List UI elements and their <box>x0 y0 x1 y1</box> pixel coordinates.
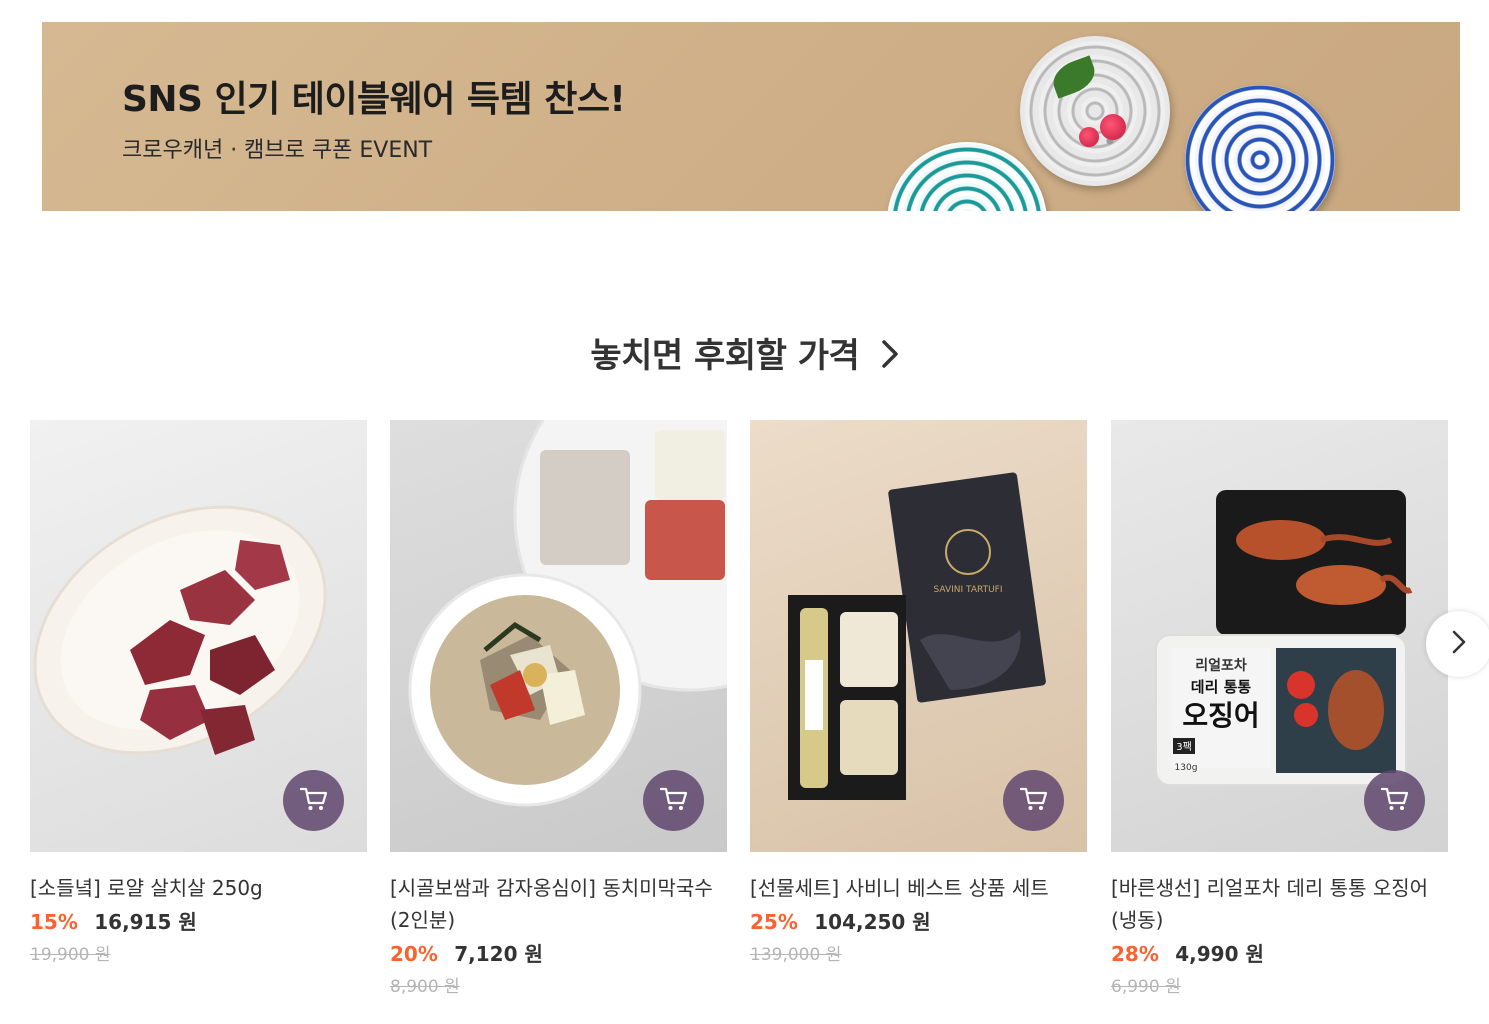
cart-icon <box>299 784 329 818</box>
add-to-cart-button[interactable] <box>643 770 704 831</box>
discount-rate: 15% <box>30 910 78 934</box>
price-row: 28% 4,990 원 <box>1111 940 1448 968</box>
chevron-right-icon <box>881 338 899 378</box>
product-image[interactable]: SAVINI TARTUFI <box>750 420 1087 852</box>
product-name[interactable]: [시골보쌈과 감자옹심이] 동치미막국수 (2인분) <box>390 872 727 936</box>
teal-plate-image <box>887 142 1047 211</box>
product-name[interactable]: [바른생선] 리얼포차 데리 통통 오징어 (냉동) <box>1111 872 1448 936</box>
product-image[interactable] <box>390 420 727 852</box>
sale-price: 104,250 원 <box>814 910 931 934</box>
section-title: 놓치면 후회할 가격 <box>590 336 860 376</box>
cart-icon <box>1019 784 1049 818</box>
radish-image <box>1100 114 1126 140</box>
chevron-right-icon <box>1451 629 1467 659</box>
discount-rate: 25% <box>750 910 798 934</box>
original-price: 139,000 원 <box>750 945 842 965</box>
cart-icon <box>659 784 689 818</box>
squid-pack-weight: 130g <box>1175 763 1198 773</box>
original-price: 19,900 원 <box>30 945 111 965</box>
product-card[interactable]: SAVINI TARTUFI [선물세트] 사비니 베스트 상품 세트 25% … <box>750 420 1087 965</box>
product-card[interactable]: [시골보쌈과 감자옹심이] 동치미막국수 (2인분) 20% 7,120 원 8… <box>390 420 727 997</box>
section-title-link[interactable]: 놓치면 후회할 가격 <box>0 328 1489 378</box>
add-to-cart-button[interactable] <box>1364 770 1425 831</box>
price-row: 25% 104,250 원 <box>750 908 1087 936</box>
banner-title: SNS 인기 테이블웨어 득템 찬스! <box>122 79 626 120</box>
product-card[interactable]: [소들녘] 로얄 살치살 250g 15% 16,915 원 19,900 원 <box>30 420 367 965</box>
product-name[interactable]: [선물세트] 사비니 베스트 상품 세트 <box>750 872 1087 904</box>
blue-plate-image <box>1185 85 1335 211</box>
product-card[interactable]: 리얼포차 데리 통통 오징어 3팩 130g [바른생선] 리얼포차 데리 통통… <box>1111 420 1448 997</box>
price-row: 20% 7,120 원 <box>390 940 727 968</box>
original-price: 6,990 원 <box>1111 977 1181 997</box>
carousel-next-button[interactable] <box>1426 611 1489 677</box>
cart-icon <box>1380 784 1410 818</box>
squid-pack-subtitle: 데리 통통 <box>1191 678 1252 696</box>
original-price: 8,900 원 <box>390 977 460 997</box>
squid-pack-brand: 리얼포차 <box>1195 658 1247 674</box>
add-to-cart-button[interactable] <box>1003 770 1064 831</box>
product-image[interactable] <box>30 420 367 852</box>
discount-rate: 20% <box>390 942 438 966</box>
promo-banner[interactable]: SNS 인기 테이블웨어 득템 찬스! 크로우캐년 · 캠브로 쿠폰 EVENT <box>42 22 1460 211</box>
sale-price: 16,915 원 <box>94 910 197 934</box>
add-to-cart-button[interactable] <box>283 770 344 831</box>
squid-pack-title: 오징어 <box>1182 699 1259 732</box>
price-row: 15% 16,915 원 <box>30 908 367 936</box>
banner-subtitle: 크로우캐년 · 캠브로 쿠폰 EVENT <box>122 138 433 163</box>
sale-price: 4,990 원 <box>1175 942 1264 966</box>
box-brand-text: SAVINI TARTUFI <box>934 585 1003 595</box>
product-image[interactable]: 리얼포차 데리 통통 오징어 3팩 130g <box>1111 420 1448 852</box>
radish-image <box>1079 127 1099 147</box>
gray-plate-image <box>1020 36 1170 186</box>
product-name[interactable]: [소들녘] 로얄 살치살 250g <box>30 872 367 904</box>
discount-rate: 28% <box>1111 942 1159 966</box>
squid-pack-count: 3팩 <box>1176 741 1192 753</box>
sale-price: 7,120 원 <box>454 942 543 966</box>
